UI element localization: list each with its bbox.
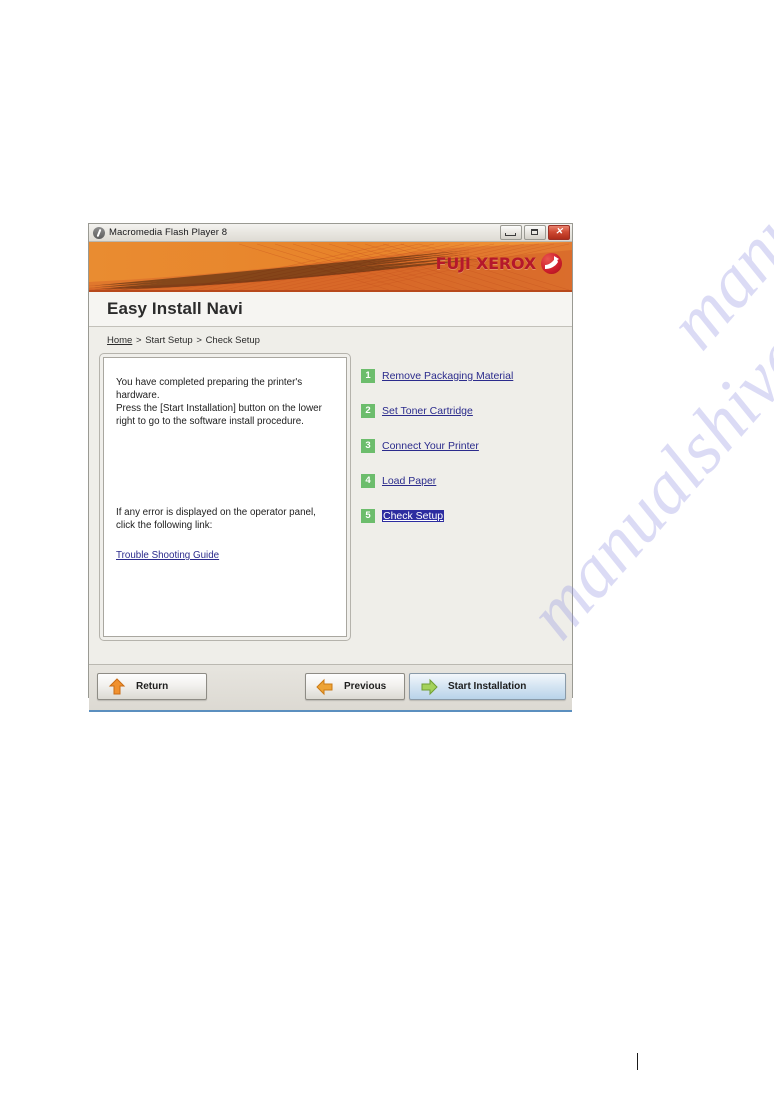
close-icon[interactable]: ✕ (548, 225, 570, 240)
step-item-set-toner-cartridge[interactable]: 2 Set Toner Cartridge (361, 393, 562, 428)
step-label[interactable]: Remove Packaging Material (382, 370, 513, 382)
breadcrumb-item-start-setup[interactable]: Start Setup (145, 335, 193, 346)
step-item-remove-packaging-material[interactable]: 1 Remove Packaging Material (361, 358, 562, 393)
content-row: You have completed preparing the printer… (99, 353, 562, 641)
info-paragraph-top: You have completed preparing the printer… (116, 377, 322, 427)
arrow-left-icon (316, 678, 333, 695)
step-label[interactable]: Connect Your Printer (382, 440, 479, 452)
maximize-icon[interactable] (524, 225, 546, 240)
step-number-badge: 3 (361, 438, 375, 453)
start-installation-button-label: Start Installation (448, 681, 527, 692)
step-number-badge: 5 (361, 508, 375, 523)
breadcrumb-item-home[interactable]: Home (107, 335, 132, 346)
step-number-badge: 2 (361, 403, 375, 418)
footer-bottom-divider (89, 710, 572, 712)
brand-logo: FUJI XEROX (436, 253, 562, 274)
page-margin-tick (637, 1053, 638, 1070)
breadcrumb-separator: > (196, 335, 202, 346)
step-item-connect-your-printer[interactable]: 3 Connect Your Printer (361, 428, 562, 463)
minimize-icon[interactable] (500, 225, 522, 240)
step-item-load-paper[interactable]: 4 Load Paper (361, 463, 562, 498)
flash-player-window: Macromedia Flash Player 8 ✕ FUJI XEROX E… (88, 223, 573, 712)
info-panel-inner: You have completed preparing the printer… (103, 357, 347, 637)
info-panel: You have completed preparing the printer… (99, 353, 351, 641)
trouble-shooting-guide-link[interactable]: Trouble Shooting Guide (116, 550, 219, 561)
watermark-text: manualshive.com (652, 0, 774, 365)
window-title: Macromedia Flash Player 8 (109, 227, 228, 238)
return-button[interactable]: Return (97, 673, 207, 700)
flash-player-icon (93, 226, 105, 239)
step-number-badge: 4 (361, 473, 375, 488)
step-label[interactable]: Set Toner Cartridge (382, 405, 473, 417)
arrow-up-icon (108, 677, 126, 694)
breadcrumb: Home > Start Setup > Check Setup (107, 335, 562, 346)
window-footer: Return Previous Start Installation (89, 664, 572, 712)
fuji-xerox-sphere-logo (541, 253, 562, 274)
page-title: Easy Install Navi (107, 299, 243, 318)
window-controls: ✕ (500, 225, 570, 240)
page-heading: Easy Install Navi (89, 292, 572, 327)
breadcrumb-item-check-setup: Check Setup (205, 335, 260, 346)
start-installation-button[interactable]: Start Installation (409, 673, 566, 700)
step-label[interactable]: Load Paper (382, 475, 436, 487)
info-paragraph-lower: If any error is displayed on the operato… (116, 507, 316, 531)
window-titlebar[interactable]: Macromedia Flash Player 8 ✕ (89, 224, 572, 242)
step-item-check-setup[interactable]: 5 Check Setup (361, 498, 562, 533)
close-glyph: ✕ (555, 226, 563, 236)
previous-button[interactable]: Previous (305, 673, 405, 700)
brand-name: FUJI XEROX (435, 254, 537, 273)
setup-step-list: 1 Remove Packaging Material 2 Set Toner … (351, 353, 562, 533)
breadcrumb-separator: > (135, 335, 142, 346)
step-label[interactable]: Check Setup (382, 509, 445, 522)
arrow-right-icon (421, 678, 438, 695)
brand-banner: FUJI XEROX (89, 242, 572, 292)
window-body: Home > Start Setup > Check Setup You hav… (89, 327, 572, 664)
return-button-label: Return (136, 681, 169, 692)
step-number-badge: 1 (361, 368, 375, 383)
previous-button-label: Previous (344, 681, 387, 692)
